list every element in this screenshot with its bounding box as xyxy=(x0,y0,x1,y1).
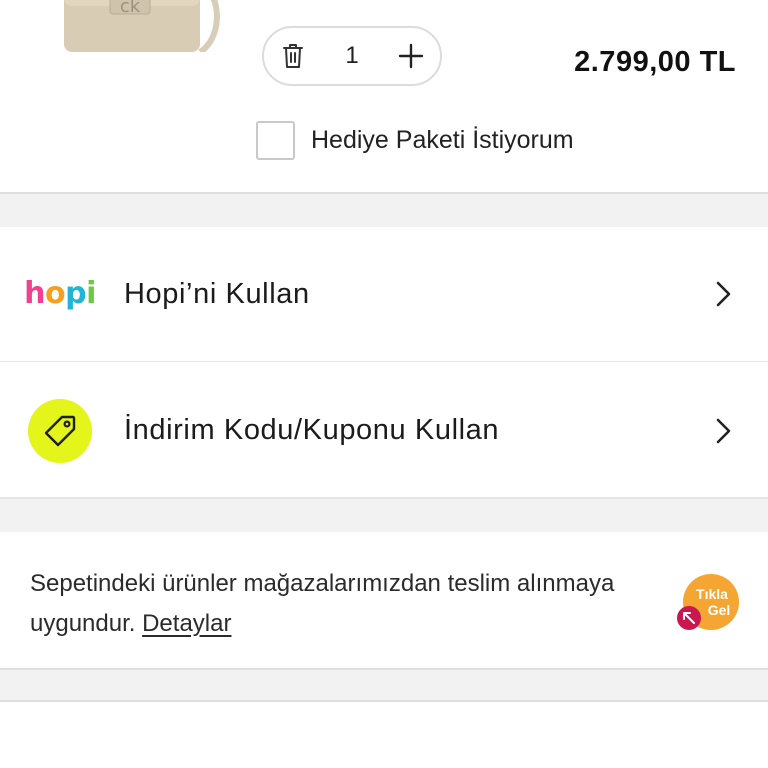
hopi-logo: hopi xyxy=(24,276,96,311)
quantity-stepper: 1 xyxy=(262,26,442,86)
chevron-right-icon xyxy=(716,418,731,443)
gift-wrap-label[interactable]: Hediye Paketi İstiyorum xyxy=(311,126,574,155)
bottom-section xyxy=(0,700,768,768)
gift-wrap-checkbox[interactable] xyxy=(256,121,295,160)
hopi-option-label: Hopi’ni Kullan xyxy=(124,277,310,310)
increase-quantity-button[interactable] xyxy=(396,41,426,71)
product-price: 2.799,00 TL xyxy=(574,46,736,78)
plus-icon xyxy=(398,43,424,69)
store-pickup-info-text: Sepetindeki ürünler mağazalarımızdan tes… xyxy=(30,564,670,644)
badge-line2: Gel xyxy=(708,602,731,618)
discount-options-card: hopi Hopi’ni Kullan İndirim Kodu/Kuponu … xyxy=(0,227,768,499)
details-link[interactable]: Detaylar xyxy=(142,610,231,637)
coupon-option-row[interactable]: İndirim Kodu/Kuponu Kullan xyxy=(0,363,768,498)
remove-item-button[interactable] xyxy=(278,41,308,71)
quantity-value: 1 xyxy=(345,42,359,69)
coupon-option-label: İndirim Kodu/Kuponu Kullan xyxy=(124,414,500,446)
badge-line1: Tıkla xyxy=(696,586,728,602)
store-pickup-message: Sepetindeki ürünler mağazalarımızdan tes… xyxy=(30,570,615,637)
hopi-logo-icon: hopi xyxy=(24,262,96,326)
coupon-icon-circle xyxy=(28,398,92,463)
gift-wrap-option[interactable]: Hediye Paketi İstiyorum xyxy=(256,121,574,160)
svg-text:ck: ck xyxy=(120,0,141,17)
tikla-gel-badge[interactable]: Tıkla Gel xyxy=(675,572,741,634)
trash-icon xyxy=(283,44,303,68)
coupon-icon xyxy=(28,398,92,463)
hopi-option-row[interactable]: hopi Hopi’ni Kullan xyxy=(0,227,768,362)
cart-item-card: ck 1 2.799,00 TL Hediye Paketi İstiyorum xyxy=(0,0,768,194)
product-image[interactable]: ck xyxy=(50,0,220,52)
store-pickup-info-card: Sepetindeki ürünler mağazalarımızdan tes… xyxy=(0,532,768,670)
chevron-right-icon xyxy=(716,281,731,307)
tag-icon xyxy=(44,415,76,446)
